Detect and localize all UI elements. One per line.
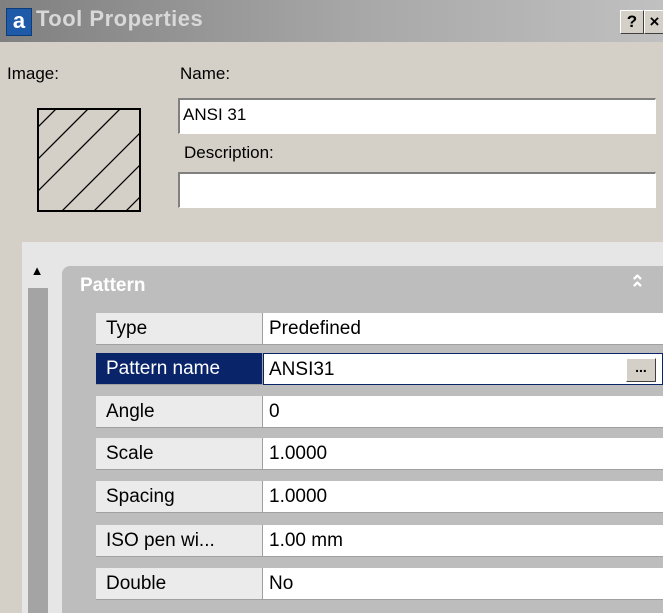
property-name: Spacing <box>96 481 263 513</box>
property-row-type[interactable]: Type Predefined <box>96 313 663 346</box>
property-name: Double <box>96 568 263 600</box>
property-row-angle[interactable]: Angle 0 <box>96 396 663 429</box>
property-value-editor[interactable]: ANSI31 ... <box>263 353 663 385</box>
category-title: Pattern <box>80 275 146 296</box>
image-label: Image: <box>7 64 59 83</box>
description-label: Description: <box>184 143 274 162</box>
window-title: Tool Properties <box>36 6 204 31</box>
property-row-pattern-name[interactable]: Pattern name ANSI31 ... <box>96 353 663 386</box>
app-icon: a <box>6 8 32 36</box>
hatch-pattern-preview <box>37 108 141 212</box>
property-value[interactable]: No <box>263 568 663 600</box>
property-value[interactable]: ANSI31 <box>269 359 334 380</box>
property-row-scale[interactable]: Scale 1.0000 <box>96 438 663 471</box>
property-value[interactable]: 0 <box>263 396 663 428</box>
name-label: Name: <box>180 64 231 83</box>
property-row-double[interactable]: Double No <box>96 568 663 601</box>
property-value[interactable]: 1.0000 <box>263 438 663 470</box>
property-name: Type <box>96 313 263 345</box>
description-field[interactable] <box>178 172 656 208</box>
property-name: Scale <box>96 438 263 470</box>
property-name: ISO pen wi... <box>96 525 263 557</box>
category-header-pattern[interactable]: Pattern ⌃ ⌃ <box>62 266 663 306</box>
property-row-spacing[interactable]: Spacing 1.0000 <box>96 481 663 514</box>
scroll-up-arrow-icon[interactable]: ▲ <box>28 262 46 280</box>
close-button[interactable]: × <box>644 10 663 34</box>
property-value[interactable]: 1.0000 <box>263 481 663 513</box>
browse-pattern-button[interactable]: ... <box>626 358 656 382</box>
name-field[interactable]: ANSI 31 <box>178 98 656 134</box>
property-row-iso-pen-width[interactable]: ISO pen wi... 1.00 mm <box>96 525 663 558</box>
help-button[interactable]: ? <box>620 10 644 34</box>
property-value[interactable]: Predefined <box>263 313 663 345</box>
property-name: Angle <box>96 396 263 428</box>
property-value[interactable]: 1.00 mm <box>263 525 663 557</box>
scrollbar[interactable] <box>28 288 48 613</box>
title-bar[interactable]: a Tool Properties ? × <box>0 0 663 42</box>
property-name: Pattern name <box>96 353 263 385</box>
